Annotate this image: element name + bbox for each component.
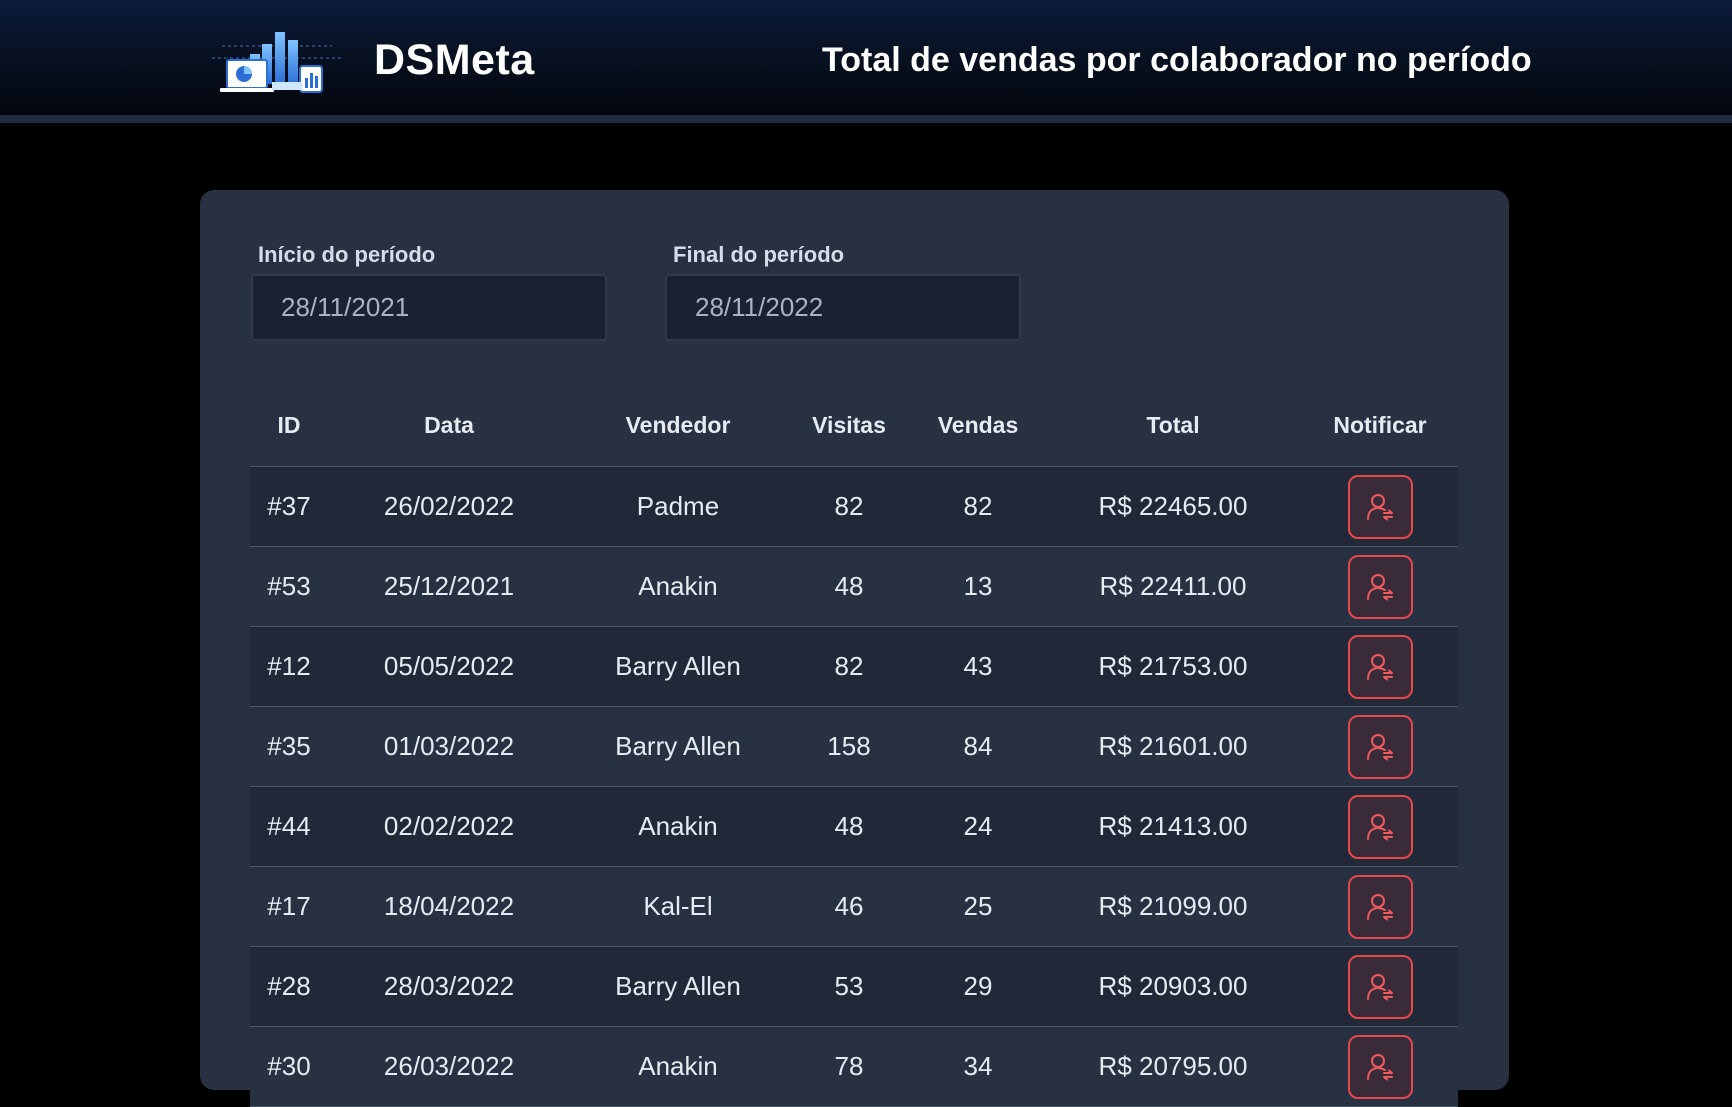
cell-date: 25/12/2021 (328, 546, 570, 627)
cell-visits: 82 (786, 466, 912, 547)
cell-total: R$ 22411.00 (1044, 546, 1302, 627)
notify-button[interactable] (1347, 874, 1413, 939)
cell-total: R$ 20795.00 (1044, 1026, 1302, 1107)
user-notify-icon (1367, 893, 1393, 920)
notify-button[interactable] (1347, 634, 1413, 699)
cell-total: R$ 22465.00 (1044, 466, 1302, 547)
start-date-label: Início do período (258, 242, 436, 267)
cell-seller: Padme (570, 466, 786, 547)
cell-seller: Barry Allen (570, 946, 786, 1027)
table-row: #12 05/05/2022 Barry Allen 82 43 R$ 2175… (250, 626, 1458, 707)
cell-notify (1302, 626, 1458, 707)
cell-notify (1302, 946, 1458, 1027)
cell-visits: 48 (786, 546, 912, 627)
cell-date: 05/05/2022 (328, 626, 570, 707)
cell-id: #28 (250, 946, 328, 1027)
cell-seller: Anakin (570, 546, 786, 627)
cell-id: #35 (250, 706, 328, 787)
column-header-notify: Notificar (1302, 385, 1458, 467)
column-header-total: Total (1044, 385, 1302, 467)
user-notify-icon (1367, 733, 1393, 760)
table-row: #17 18/04/2022 Kal-El 46 25 R$ 21099.00 (250, 866, 1458, 947)
cell-total: R$ 21413.00 (1044, 786, 1302, 867)
cell-total: R$ 21601.00 (1044, 706, 1302, 787)
cell-visits: 82 (786, 626, 912, 707)
notify-button[interactable] (1347, 554, 1413, 619)
cell-sales: 82 (912, 466, 1044, 547)
cell-date: 02/02/2022 (328, 786, 570, 867)
cell-notify (1302, 706, 1458, 787)
cell-id: #53 (250, 546, 328, 627)
notify-button[interactable] (1347, 1034, 1413, 1099)
cell-seller: Anakin (570, 1026, 786, 1107)
sales-card: Início do período Final do período ID Da… (200, 190, 1509, 1107)
cell-seller: Barry Allen (570, 706, 786, 787)
cell-date: 28/03/2022 (328, 946, 570, 1027)
cell-sales: 24 (912, 786, 1044, 867)
cell-visits: 158 (786, 706, 912, 787)
end-date-input[interactable] (665, 274, 1021, 341)
cell-notify (1302, 866, 1458, 947)
cell-sales: 84 (912, 706, 1044, 787)
cell-sales: 25 (912, 866, 1044, 947)
app-brand: DSMeta (374, 36, 535, 84)
cell-sales: 34 (912, 1026, 1044, 1107)
start-date-input[interactable] (251, 274, 607, 341)
cell-total: R$ 21099.00 (1044, 866, 1302, 947)
cell-visits: 78 (786, 1026, 912, 1107)
end-date-label: Final do período (673, 242, 845, 267)
sales-table: ID Data Vendedor Visitas Vendas Total No… (250, 385, 1458, 1107)
sales-dashboard-logo-icon (212, 32, 342, 93)
cell-id: #12 (250, 626, 328, 707)
user-notify-icon (1367, 813, 1393, 840)
notify-button[interactable] (1347, 794, 1413, 859)
user-notify-icon (1367, 1053, 1393, 1080)
user-notify-icon (1367, 653, 1393, 680)
table-row: #53 25/12/2021 Anakin 48 13 R$ 22411.00 (250, 546, 1458, 627)
table-row: #28 28/03/2022 Barry Allen 53 29 R$ 2090… (250, 946, 1458, 1027)
table-header-row: ID Data Vendedor Visitas Vendas Total No… (250, 385, 1458, 467)
table-row: #44 02/02/2022 Anakin 48 24 R$ 21413.00 (250, 786, 1458, 867)
cell-sales: 29 (912, 946, 1044, 1027)
cell-seller: Kal-El (570, 866, 786, 947)
notify-button[interactable] (1347, 474, 1413, 539)
user-notify-icon (1367, 973, 1393, 1000)
notify-button[interactable] (1347, 714, 1413, 779)
cell-id: #17 (250, 866, 328, 947)
column-header-id: ID (250, 385, 328, 467)
cell-seller: Anakin (570, 786, 786, 867)
cell-seller: Barry Allen (570, 626, 786, 707)
page-title: Total de vendas por colaborador no perío… (822, 41, 1532, 79)
column-header-date: Data (328, 385, 570, 467)
column-header-sales: Vendas (912, 385, 1044, 467)
cell-date: 18/04/2022 (328, 866, 570, 947)
cell-sales: 43 (912, 626, 1044, 707)
table-row: #37 26/02/2022 Padme 82 82 R$ 22465.00 (250, 466, 1458, 547)
cell-visits: 48 (786, 786, 912, 867)
cell-date: 26/02/2022 (328, 466, 570, 547)
table-row: #30 26/03/2022 Anakin 78 34 R$ 20795.00 (250, 1026, 1458, 1107)
cell-notify (1302, 1026, 1458, 1107)
cell-sales: 13 (912, 546, 1044, 627)
cell-id: #30 (250, 1026, 328, 1107)
notify-button[interactable] (1347, 954, 1413, 1019)
cell-notify (1302, 786, 1458, 867)
column-header-visits: Visitas (786, 385, 912, 467)
cell-total: R$ 20903.00 (1044, 946, 1302, 1027)
cell-notify (1302, 546, 1458, 627)
table-row: #35 01/03/2022 Barry Allen 158 84 R$ 216… (250, 706, 1458, 787)
cell-date: 26/03/2022 (328, 1026, 570, 1107)
user-notify-icon (1367, 573, 1393, 600)
cell-visits: 46 (786, 866, 912, 947)
cell-visits: 53 (786, 946, 912, 1027)
cell-total: R$ 21753.00 (1044, 626, 1302, 707)
cell-id: #44 (250, 786, 328, 867)
cell-notify (1302, 466, 1458, 547)
cell-id: #37 (250, 466, 328, 547)
app-header: DSMeta Total de vendas por colaborador n… (0, 0, 1732, 123)
cell-date: 01/03/2022 (328, 706, 570, 787)
user-notify-icon (1367, 493, 1393, 520)
column-header-seller: Vendedor (570, 385, 786, 467)
